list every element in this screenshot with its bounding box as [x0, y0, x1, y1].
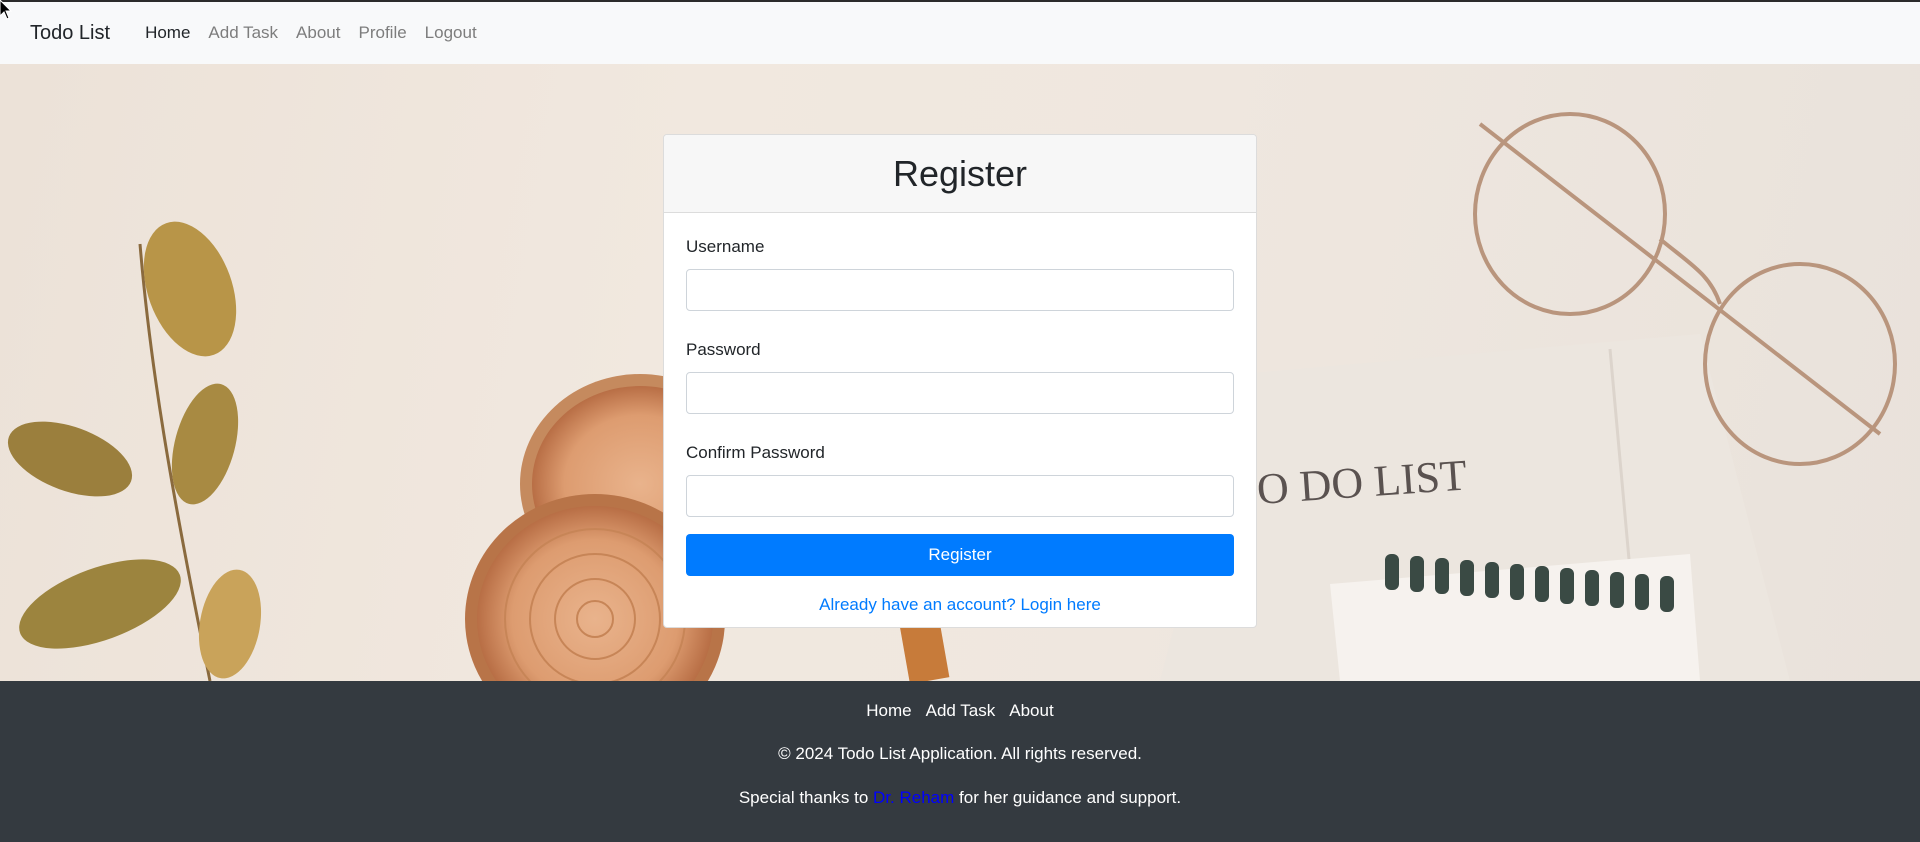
username-label: Username — [686, 237, 765, 256]
username-input[interactable] — [686, 269, 1234, 311]
register-card: Register Username Password Confirm Passw… — [663, 134, 1257, 628]
mouse-cursor-icon — [0, 0, 13, 20]
footer-links: Home Add Task About — [0, 701, 1920, 721]
navbar: Todo List Home Add Task About Profile Lo… — [0, 2, 1920, 64]
thanks-suffix: for her guidance and support. — [959, 788, 1182, 807]
nav-link-home[interactable]: Home — [136, 23, 199, 43]
card-title: Register — [892, 152, 1028, 194]
nav-link-about[interactable]: About — [287, 23, 349, 43]
thanks-prefix: Special thanks to — [738, 788, 869, 807]
hero-background: O DO LIST Register Username Password Con… — [0, 64, 1920, 681]
thanks-name: Dr. Reham — [873, 788, 955, 807]
thanks-text: Special thanks to Dr. Reham for her guid… — [0, 788, 1920, 808]
nav-link-logout[interactable]: Logout — [416, 23, 486, 43]
navbar-brand[interactable]: Todo List — [30, 22, 110, 45]
confirm-password-input[interactable] — [686, 475, 1234, 517]
register-button[interactable]: Register — [686, 534, 1234, 576]
card-header: Register — [664, 135, 1256, 213]
leaf-branch-illustration — [7, 221, 262, 681]
login-link[interactable]: Already have an account? Login here — [686, 595, 1234, 615]
password-label: Password — [686, 340, 761, 359]
footer-link-about[interactable]: About — [1002, 701, 1060, 721]
nav-link-add-task[interactable]: Add Task — [199, 23, 287, 43]
footer-link-home[interactable]: Home — [859, 701, 918, 721]
footer-link-add-task[interactable]: Add Task — [919, 701, 1003, 721]
copyright-text: © 2024 Todo List Application. All rights… — [778, 744, 1142, 763]
register-form: Username Password Confirm Password Regis… — [664, 213, 1256, 615]
confirm-password-label: Confirm Password — [686, 443, 825, 462]
nav-links: Home Add Task About Profile Logout — [136, 23, 486, 43]
password-input[interactable] — [686, 372, 1234, 414]
nav-link-profile[interactable]: Profile — [349, 23, 415, 43]
footer: Home Add Task About © 2024 Todo List App… — [0, 681, 1920, 842]
